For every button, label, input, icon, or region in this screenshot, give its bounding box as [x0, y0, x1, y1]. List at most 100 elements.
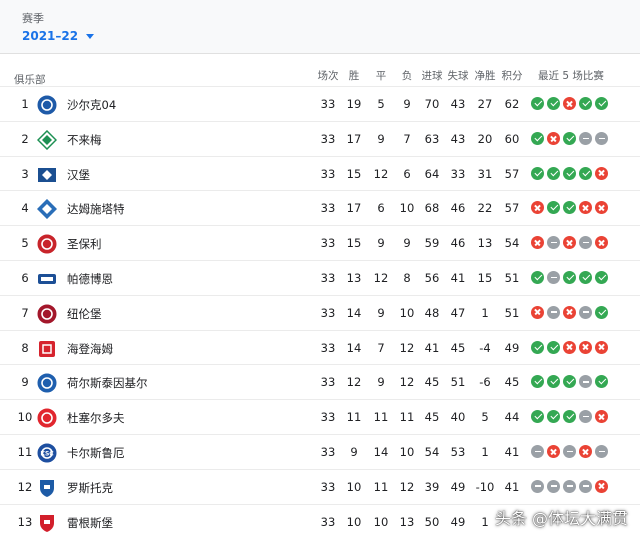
table-row[interactable]: 5 圣保利 33 15 9 9 59 46 13 54 — [0, 225, 640, 260]
win-icon[interactable] — [595, 270, 608, 284]
win-icon[interactable] — [595, 97, 608, 110]
loss-icon[interactable] — [595, 479, 608, 493]
win-icon[interactable] — [531, 410, 544, 424]
stat-lost: 7 — [403, 131, 411, 146]
season-dropdown[interactable]: 2021–22 — [22, 29, 95, 43]
club-crest-icon — [37, 513, 57, 533]
win-icon[interactable] — [547, 201, 560, 215]
club-name[interactable]: 海登海姆 — [67, 341, 113, 357]
loss-icon[interactable] — [595, 236, 608, 250]
draw-icon[interactable] — [579, 131, 592, 145]
stat-drawn: 9 — [377, 131, 385, 146]
loss-icon[interactable] — [563, 97, 576, 110]
table-row[interactable]: 7 纽伦堡 33 14 9 10 48 47 1 51 — [0, 294, 640, 330]
loss-icon[interactable] — [531, 236, 544, 250]
table-row[interactable]: 3 汉堡 33 15 12 6 64 33 31 57 — [0, 155, 640, 191]
loss-icon[interactable] — [595, 201, 608, 215]
standings-table: 1 沙尔克04 33 19 5 9 70 43 27 62 2 不来梅 33 17 9 7 63 43 20 60 3 汉… — [0, 86, 640, 537]
table-row[interactable]: 10 杜塞尔多夫 33 11 11 11 45 40 5 44 — [0, 399, 640, 434]
club-name[interactable]: 沙尔克04 — [67, 97, 116, 113]
loss-icon[interactable] — [563, 305, 576, 319]
draw-icon[interactable] — [579, 479, 592, 493]
club-name[interactable]: 荷尔斯泰因基尔 — [67, 375, 148, 391]
club-name[interactable]: 圣保利 — [67, 236, 102, 252]
draw-icon[interactable] — [579, 236, 592, 250]
season-value[interactable]: 2021–22 — [22, 29, 78, 43]
win-icon[interactable] — [531, 131, 544, 145]
loss-icon[interactable] — [547, 131, 560, 145]
win-icon[interactable] — [531, 97, 544, 110]
stat-drawn: 9 — [377, 305, 385, 320]
loss-icon[interactable] — [531, 201, 544, 215]
win-icon[interactable] — [563, 410, 576, 424]
club-name[interactable]: 帕德博恩 — [67, 271, 113, 287]
caret-down-icon[interactable] — [86, 34, 95, 39]
draw-icon[interactable] — [595, 131, 608, 145]
draw-icon[interactable] — [547, 479, 560, 493]
win-icon[interactable] — [531, 375, 544, 389]
win-icon[interactable] — [547, 97, 560, 110]
loss-icon[interactable] — [595, 410, 608, 424]
loss-icon[interactable] — [547, 444, 560, 458]
loss-icon[interactable] — [595, 166, 608, 180]
win-icon[interactable] — [579, 166, 592, 180]
club-name[interactable]: 达姆施塔特 — [67, 201, 125, 217]
draw-icon[interactable] — [579, 375, 592, 389]
loss-icon[interactable] — [579, 340, 592, 354]
stat-goals-against: 53 — [450, 444, 466, 459]
club-crest-icon — [37, 478, 57, 498]
win-icon[interactable] — [563, 270, 576, 284]
table-row[interactable]: 11 KSC 卡尔斯鲁厄 33 9 14 10 54 53 1 41 — [0, 433, 640, 469]
win-icon[interactable] — [531, 270, 544, 284]
rank: 2 — [21, 131, 29, 146]
club-name[interactable]: 卡尔斯鲁厄 — [67, 445, 125, 461]
loss-icon[interactable] — [563, 236, 576, 250]
win-icon[interactable] — [579, 270, 592, 284]
header-played: 场次 — [317, 70, 339, 82]
win-icon[interactable] — [595, 305, 608, 319]
table-row[interactable]: 6 帕德博恩 33 13 12 8 56 41 15 51 — [0, 259, 640, 295]
win-icon[interactable] — [563, 201, 576, 215]
table-row[interactable]: 12 罗斯托克 33 10 11 12 39 49 -10 41 — [0, 468, 640, 504]
loss-icon[interactable] — [579, 201, 592, 215]
win-icon[interactable] — [547, 340, 560, 354]
stat-drawn: 12 — [373, 166, 389, 181]
draw-icon[interactable] — [563, 479, 576, 493]
club-name[interactable]: 汉堡 — [67, 167, 90, 183]
loss-icon[interactable] — [563, 340, 576, 354]
table-row[interactable]: 9 荷尔斯泰因基尔 33 12 9 12 45 51 -6 45 — [0, 364, 640, 399]
table-row[interactable]: 2 不来梅 33 17 9 7 63 43 20 60 — [0, 120, 640, 156]
loss-icon[interactable] — [595, 340, 608, 354]
club-name[interactable]: 纽伦堡 — [67, 306, 102, 322]
draw-icon[interactable] — [579, 305, 592, 319]
draw-icon[interactable] — [579, 410, 592, 424]
draw-icon[interactable] — [595, 444, 608, 458]
draw-icon[interactable] — [563, 444, 576, 458]
win-icon[interactable] — [595, 375, 608, 389]
win-icon[interactable] — [531, 340, 544, 354]
win-icon[interactable] — [563, 166, 576, 180]
club-name[interactable]: 罗斯托克 — [67, 480, 113, 496]
win-icon[interactable] — [563, 131, 576, 145]
draw-icon[interactable] — [531, 479, 544, 493]
club-name[interactable]: 不来梅 — [67, 132, 102, 148]
club-name[interactable]: 雷根斯堡 — [67, 515, 113, 531]
win-icon[interactable] — [547, 166, 560, 180]
draw-icon[interactable] — [547, 270, 560, 284]
loss-icon[interactable] — [579, 444, 592, 458]
stat-played: 33 — [320, 201, 336, 216]
table-row[interactable]: 8 海登海姆 33 14 7 12 41 45 -4 49 — [0, 329, 640, 365]
win-icon[interactable] — [579, 97, 592, 110]
loss-icon[interactable] — [531, 305, 544, 319]
win-icon[interactable] — [563, 375, 576, 389]
table-row[interactable]: 1 沙尔克04 33 19 5 9 70 43 27 62 — [0, 86, 640, 121]
win-icon[interactable] — [531, 166, 544, 180]
draw-icon[interactable] — [547, 236, 560, 250]
win-icon[interactable] — [547, 410, 560, 424]
table-row[interactable]: 4 达姆施塔特 33 17 6 10 68 46 22 57 — [0, 190, 640, 225]
win-icon[interactable] — [547, 375, 560, 389]
draw-icon[interactable] — [547, 305, 560, 319]
club-name[interactable]: 杜塞尔多夫 — [67, 410, 125, 426]
header-goal-diff: 净胜 — [474, 70, 496, 82]
draw-icon[interactable] — [531, 444, 544, 458]
